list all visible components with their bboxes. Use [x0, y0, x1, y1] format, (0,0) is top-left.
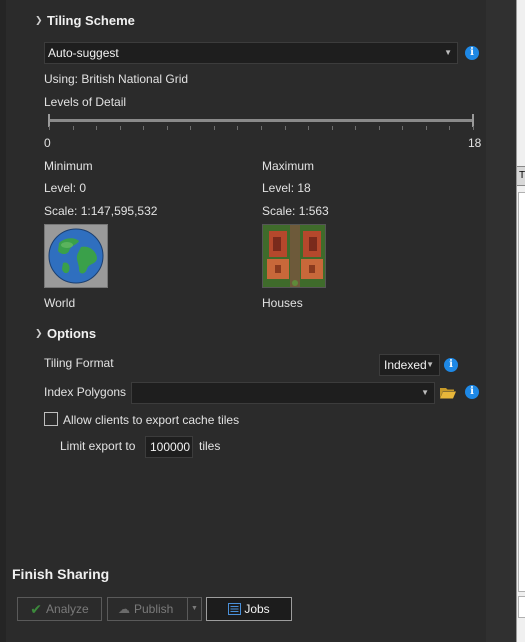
maximum-title: Maximum — [262, 159, 315, 173]
slider-tick — [166, 126, 168, 130]
chevron-down-icon: ▼ — [444, 48, 452, 57]
tiling-format-value: Indexed — [384, 358, 427, 372]
maximum-level-label: Level: — [262, 181, 295, 195]
publish-button[interactable]: ☁ Publish ▼ — [107, 597, 202, 621]
info-icon[interactable]: i — [465, 46, 479, 60]
sharing-panel: ❯ Tiling Scheme Auto-suggest ▼ i Using: … — [6, 0, 486, 642]
minimum-title: Minimum — [44, 159, 93, 173]
tiling-format-label: Tiling Format — [44, 356, 114, 370]
slider-min-label: 0 — [44, 136, 51, 150]
slider-tick — [355, 126, 357, 130]
jobs-list-icon — [228, 603, 242, 615]
slider-tick — [119, 126, 121, 130]
minimum-level: Level: 0 — [44, 181, 86, 195]
minimum-scale-value: 1:147,595,532 — [80, 204, 158, 218]
minimum-caption: World — [44, 296, 76, 310]
limit-export-input[interactable]: 100000 — [145, 436, 193, 458]
lod-slider-track[interactable] — [48, 119, 474, 122]
allow-export-checkbox[interactable] — [44, 412, 58, 426]
adjacent-window-footer — [518, 596, 525, 618]
slider-tick — [261, 126, 262, 130]
slider-tick — [425, 126, 427, 130]
slider-tick — [49, 126, 50, 130]
lod-label: Levels of Detail — [44, 95, 127, 109]
slider-tick — [237, 126, 239, 130]
tiling-format-select[interactable]: Indexed ▼ — [379, 354, 440, 376]
analyze-label: Analyze — [46, 602, 89, 616]
minimum-level-label: Level: — [44, 181, 77, 195]
slider-tick — [473, 126, 474, 130]
world-thumbnail — [44, 224, 108, 288]
jobs-label: Jobs — [244, 602, 270, 616]
slider-tick — [213, 126, 215, 130]
slider-tick — [378, 126, 380, 130]
using-value: British National Grid — [81, 72, 189, 86]
info-icon[interactable]: i — [444, 358, 458, 372]
slider-tick — [143, 126, 145, 130]
adjacent-window-edge: T — [516, 0, 525, 642]
using-label: Using: — [44, 72, 79, 86]
minimum-scale-label: Scale: — [44, 204, 78, 218]
slider-max-label: 18 — [468, 136, 482, 150]
index-polygons-select[interactable]: ▼ — [131, 382, 435, 404]
tiling-scheme-header[interactable]: ❯ Tiling Scheme — [35, 13, 135, 28]
limit-export-unit: tiles — [199, 439, 221, 453]
options-header[interactable]: ❯ Options — [35, 326, 96, 341]
publish-label: Publish — [134, 602, 174, 616]
options-heading: Options — [47, 326, 97, 341]
adjacent-window-content — [518, 192, 525, 592]
maximum-level-value: 18 — [297, 181, 311, 195]
tiling-scheme-select[interactable]: Auto-suggest ▼ — [44, 42, 458, 64]
checkmark-icon: ✔ — [30, 600, 43, 617]
slider-tick — [190, 126, 192, 130]
jobs-button[interactable]: Jobs — [206, 597, 292, 621]
tiling-scheme-heading: Tiling Scheme — [47, 13, 135, 28]
minimum-level-value: 0 — [79, 181, 87, 195]
using-row: Using: British National Grid — [44, 72, 188, 86]
info-icon[interactable]: i — [465, 385, 479, 399]
chevron-down-icon: ❯ — [35, 328, 43, 338]
chevron-down-icon: ▼ — [426, 360, 434, 369]
limit-export-label: Limit export to — [60, 439, 136, 453]
analyze-button[interactable]: ✔ Analyze — [17, 597, 102, 621]
right-gutter — [486, 0, 516, 642]
maximum-level: Level: 18 — [262, 181, 311, 195]
slider-tick — [308, 126, 310, 130]
finish-sharing-title: Finish Sharing — [12, 566, 110, 582]
maximum-scale-label: Scale: — [262, 204, 296, 218]
chevron-down-icon: ▼ — [421, 388, 429, 397]
slider-tick — [96, 126, 98, 130]
slider-tick — [72, 126, 74, 130]
cloud-upload-icon: ☁ — [118, 602, 130, 616]
slider-tick — [402, 126, 404, 130]
chevron-down-icon[interactable]: ▼ — [187, 598, 201, 620]
houses-thumbnail — [262, 224, 326, 288]
tiling-scheme-value: Auto-suggest — [48, 46, 119, 60]
adjacent-window-tab[interactable]: T — [517, 166, 525, 186]
chevron-down-icon: ❯ — [35, 15, 43, 25]
maximum-scale-value: 1:563 — [298, 204, 329, 218]
maximum-scale: Scale: 1:563 — [262, 204, 329, 218]
index-polygons-label: Index Polygons — [44, 385, 127, 399]
slider-tick — [284, 126, 286, 130]
folder-open-icon[interactable] — [440, 387, 456, 399]
allow-export-label[interactable]: Allow clients to export cache tiles — [63, 413, 239, 427]
minimum-scale: Scale: 1:147,595,532 — [44, 204, 157, 218]
slider-tick — [331, 126, 333, 130]
maximum-caption: Houses — [262, 296, 303, 310]
slider-tick — [449, 126, 451, 130]
